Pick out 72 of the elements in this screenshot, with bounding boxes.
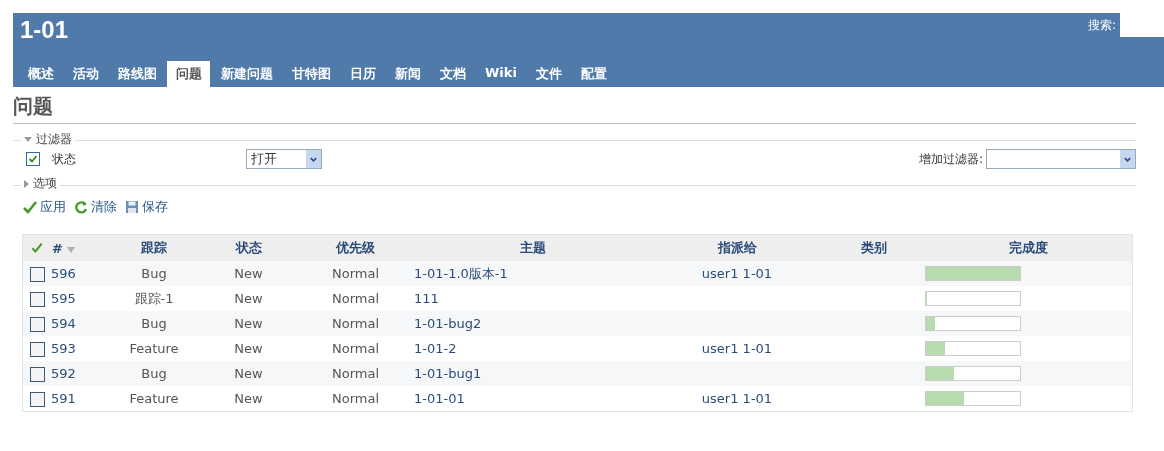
column-header[interactable]: 优先级: [336, 240, 375, 255]
tab[interactable]: 日历: [341, 61, 384, 87]
tab[interactable]: 活动: [64, 61, 107, 87]
check-icon: [31, 241, 43, 253]
column-header[interactable]: 类别: [861, 240, 887, 255]
refresh-icon: [74, 200, 88, 214]
status-cell: New: [234, 316, 263, 331]
tab[interactable]: 新建问题: [212, 61, 281, 87]
subject-link[interactable]: 1-01-bug1: [414, 366, 482, 381]
priority-cell: Normal: [331, 341, 379, 356]
options-toggle[interactable]: 选项: [21, 175, 60, 192]
tracker-cell: Bug: [141, 366, 167, 381]
status-cell: New: [234, 291, 263, 306]
tab[interactable]: 甘特图: [283, 61, 339, 87]
priority-cell: Normal: [331, 366, 379, 381]
row-checkbox[interactable]: [29, 316, 45, 332]
action-link[interactable]: 清除: [74, 198, 117, 216]
row-checkbox[interactable]: [29, 341, 45, 357]
issue-id-link[interactable]: 595: [51, 291, 76, 306]
priority-cell: Normal: [331, 316, 379, 331]
priority-cell: Normal: [331, 391, 379, 406]
column-header[interactable]: 指派给: [717, 240, 757, 255]
tracker-cell: 跟踪-1: [134, 290, 174, 306]
column-header[interactable]: 状态: [235, 240, 262, 255]
tab[interactable]: 问题: [167, 61, 210, 87]
tab[interactable]: 文档: [431, 61, 474, 87]
tab[interactable]: 新闻: [386, 61, 429, 87]
column-header[interactable]: 跟踪: [141, 240, 167, 255]
status-label: 状态: [52, 150, 77, 168]
tab[interactable]: Wiki: [476, 61, 525, 87]
subject-link[interactable]: 1-01-bug2: [414, 316, 482, 331]
column-header[interactable]: 主题: [519, 240, 546, 255]
priority-cell: Normal: [331, 266, 379, 281]
tab[interactable]: 文件: [526, 61, 570, 87]
action-link[interactable]: 保存: [125, 198, 168, 216]
assignee-link[interactable]: user1 1-01: [701, 391, 773, 406]
row-checkbox[interactable]: [29, 266, 45, 282]
column-header[interactable]: #: [52, 240, 63, 256]
tab[interactable]: 配置: [571, 61, 615, 87]
subject-link[interactable]: 1-01-01: [414, 391, 465, 406]
tracker-cell: Feature: [129, 341, 179, 356]
subject-link[interactable]: 111: [414, 291, 439, 306]
action-link[interactable]: 应用: [23, 198, 66, 216]
save-icon: [125, 200, 139, 214]
column-header[interactable]: 完成度: [1009, 240, 1048, 255]
tab[interactable]: 概述: [19, 61, 62, 87]
tab[interactable]: 路线图: [109, 61, 165, 87]
status-cell: New: [234, 366, 263, 381]
status-checkbox[interactable]: [26, 152, 40, 166]
issue-id-link[interactable]: 593: [51, 341, 76, 356]
status-cell: New: [234, 341, 263, 356]
row-checkbox[interactable]: [29, 391, 45, 407]
priority-cell: Normal: [331, 291, 379, 306]
page-title: 问题: [13, 87, 1136, 124]
filter-toggle[interactable]: 过滤器: [21, 131, 75, 148]
subject-link[interactable]: 1-01-2: [414, 341, 457, 356]
search-label: 搜索:: [1087, 16, 1116, 34]
status-cell: New: [234, 266, 263, 281]
tracker-cell: Bug: [141, 266, 167, 281]
tracker-cell: Feature: [129, 391, 179, 406]
issue-id-link[interactable]: 591: [51, 391, 76, 406]
assignee-link[interactable]: user1 1-01: [701, 341, 773, 356]
row-checkbox[interactable]: [29, 291, 45, 307]
tracker-cell: Bug: [141, 316, 167, 331]
search-field[interactable]: [1120, 13, 1164, 37]
check-icon: [23, 200, 37, 214]
add-filter-label: 增加过滤器:: [918, 150, 983, 168]
sort-icon: [67, 246, 76, 253]
row-checkbox[interactable]: [29, 366, 45, 382]
status-select[interactable]: 打开: [246, 149, 322, 169]
status-cell: New: [234, 391, 263, 406]
project-title: 1-01: [20, 16, 69, 44]
